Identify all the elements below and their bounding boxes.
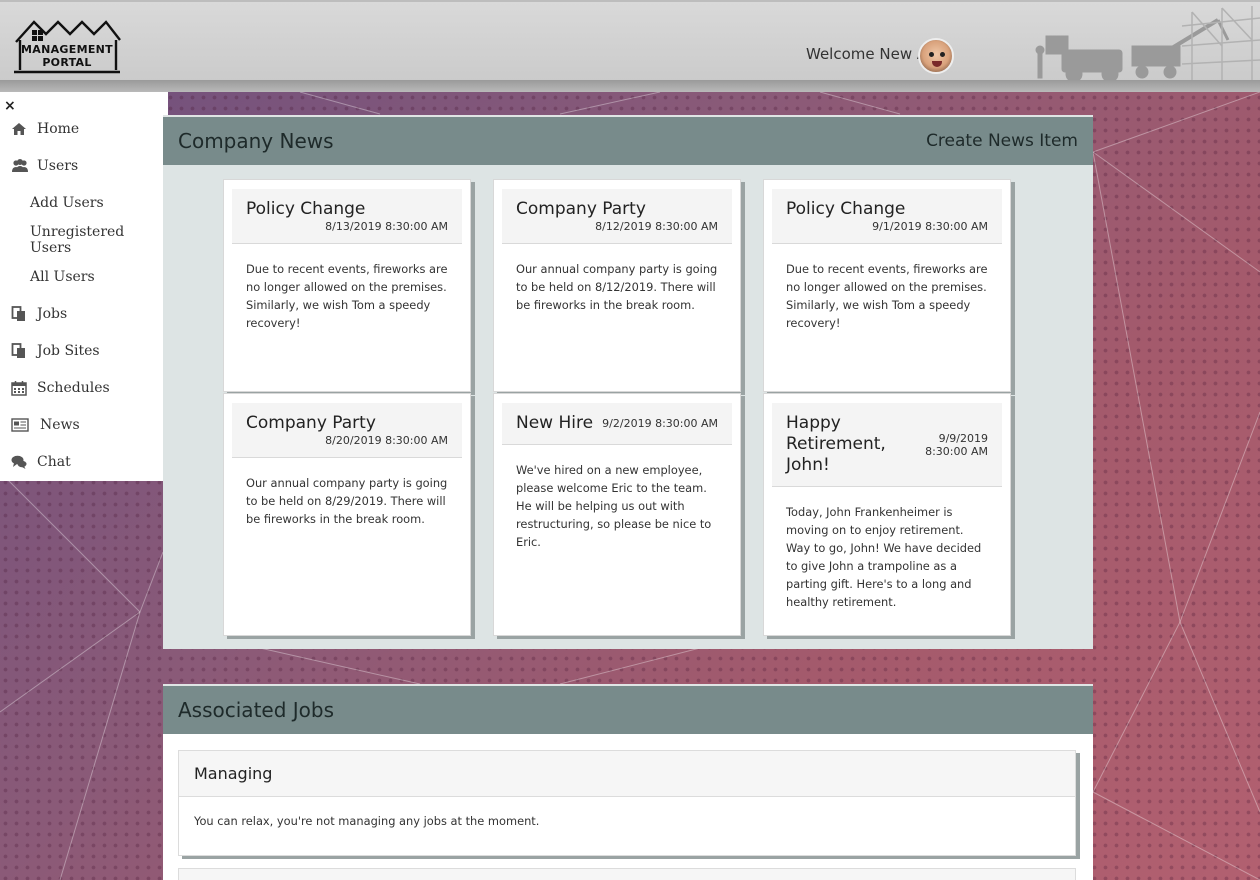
news-card-header: Policy Change 8/13/2019 8:30:00 AM [232, 189, 462, 244]
news-card: Company Party 8/20/2019 8:30:00 AM Our a… [223, 393, 471, 636]
managing-panel: Managing You can relax, you're not manag… [178, 750, 1076, 856]
news-body: Today, John Frankenheimer is moving on t… [786, 505, 982, 609]
panel-title: Company News [178, 129, 334, 153]
next-subpanel [178, 868, 1076, 880]
news-title: Happy Retirement, John! [786, 413, 886, 475]
panel-title: Associated Jobs [178, 698, 335, 722]
news-body: Due to recent events, fireworks are no l… [246, 262, 448, 330]
sidebar-item-label: Jobs [37, 305, 68, 322]
sidebar-item-label: Home [37, 120, 80, 137]
comments-icon [11, 454, 27, 470]
news-title: New Hire [516, 413, 594, 433]
news-body: Our annual company party is going to be … [516, 262, 718, 312]
sidebar-item-home[interactable]: Home [0, 110, 168, 147]
associated-jobs-panel: Associated Jobs Managing You can relax, … [163, 684, 1093, 880]
sidebar-item-jobs[interactable]: Jobs [0, 295, 168, 332]
news-date: 9/2/2019 8:30:00 AM [602, 417, 718, 430]
news-date: 8/20/2019 8:30:00 AM [325, 434, 448, 447]
sidebar-item-label: Job Sites [37, 342, 100, 359]
news-card: Happy Retirement, John! 9/9/2019 8:30:00… [763, 393, 1011, 636]
news-body: Our annual company party is going to be … [246, 476, 448, 526]
news-card-header: Company Party 8/12/2019 8:30:00 AM [502, 189, 732, 244]
top-header: MANAGEMENT PORTAL Welcome New A [0, 0, 1260, 92]
news-title: Policy Change [246, 199, 366, 219]
news-card: New Hire 9/2/2019 8:30:00 AM We've hired… [493, 393, 741, 636]
news-body: We've hired on a new employee, please we… [516, 463, 712, 549]
news-card-header: Happy Retirement, John! 9/9/2019 8:30:00… [772, 403, 1002, 487]
newspaper-icon [11, 417, 29, 433]
sidebar-item-label: Users [37, 157, 79, 174]
header-band [0, 80, 1260, 92]
news-title: Company Party [246, 413, 376, 433]
sidebar-item-label: Unregistered Users [30, 223, 125, 256]
logo-text-line2: PORTAL [42, 56, 92, 69]
news-body: Due to recent events, fireworks are no l… [786, 262, 988, 330]
user-avatar[interactable] [918, 38, 954, 74]
news-card-header: Company Party 8/20/2019 8:30:00 AM [232, 403, 462, 458]
sidebar-item-unregistered-users[interactable]: Unregistered Users [0, 221, 168, 258]
copy-icon [11, 342, 27, 359]
news-card: Policy Change 9/1/2019 8:30:00 AM Due to… [763, 179, 1011, 392]
welcome-message: Welcome New A [806, 45, 928, 63]
sidebar-item-schedules[interactable]: Schedules [0, 369, 168, 406]
sidebar-item-job-sites[interactable]: Job Sites [0, 332, 168, 369]
sidebar-item-label: Add Users [30, 194, 104, 211]
create-news-item-link[interactable]: Create News Item [926, 131, 1078, 151]
sidebar-item-users[interactable]: Users [0, 147, 168, 184]
news-date: 9/9/2019 8:30:00 AM [925, 432, 988, 458]
sidebar-item-label: Chat [37, 453, 71, 470]
sidebar-item-label: News [40, 416, 80, 433]
news-card-header: New Hire 9/2/2019 8:30:00 AM [502, 403, 732, 445]
news-date: 8/13/2019 8:30:00 AM [325, 220, 448, 233]
news-card-header: Policy Change 9/1/2019 8:30:00 AM [772, 189, 1002, 244]
sidebar-item-all-users[interactable]: All Users [0, 258, 168, 295]
company-news-panel: Company News Create News Item Policy Cha… [163, 115, 1093, 649]
calendar-icon [11, 380, 27, 396]
logo-text-line1: MANAGEMENT [21, 43, 113, 56]
news-title: Policy Change [786, 199, 906, 219]
news-card: Company Party 8/12/2019 8:30:00 AM Our a… [493, 179, 741, 392]
managing-text: You can relax, you're not managing any j… [194, 814, 540, 828]
news-card: Policy Change 8/13/2019 8:30:00 AM Due t… [223, 179, 471, 392]
sidebar-item-news[interactable]: News [0, 406, 168, 443]
news-date: 9/1/2019 8:30:00 AM [872, 220, 988, 233]
news-title: Company Party [516, 199, 646, 219]
news-date: 8/12/2019 8:30:00 AM [595, 220, 718, 233]
sidebar: × Home Users Add Users Unregistered User… [0, 92, 168, 481]
construction-illustration [1035, 6, 1260, 82]
copy-icon [11, 305, 27, 322]
associated-jobs-header: Associated Jobs [163, 684, 1093, 734]
news-grid: Policy Change 8/13/2019 8:30:00 AM Due t… [163, 165, 1093, 649]
sidebar-item-chat[interactable]: Chat [0, 443, 168, 480]
users-icon [11, 158, 28, 174]
managing-title: Managing [179, 751, 1075, 797]
management-portal-logo[interactable]: MANAGEMENT PORTAL [12, 16, 122, 76]
sidebar-item-label: Schedules [37, 379, 110, 396]
jobs-body: Managing You can relax, you're not manag… [163, 734, 1093, 880]
sidebar-item-label: All Users [30, 268, 95, 285]
home-icon [11, 121, 27, 137]
company-news-header: Company News Create News Item [163, 115, 1093, 165]
sidebar-item-add-users[interactable]: Add Users [0, 184, 168, 221]
